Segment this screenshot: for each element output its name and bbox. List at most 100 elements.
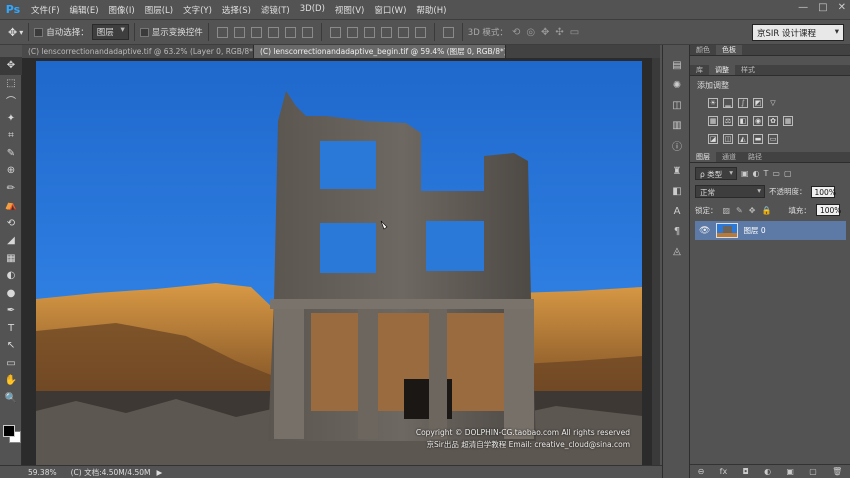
tool-preset-chevron-icon[interactable]: ▾ [19, 28, 23, 37]
color-balance-icon[interactable]: ⚖ [723, 116, 733, 126]
zoom-tool-icon[interactable]: 🔍 [0, 390, 22, 408]
tab-lenscorrection[interactable]: (C) lenscorrectionandadaptive.tif @ 63.2… [22, 45, 254, 58]
tab-paths[interactable]: 路径 [742, 152, 768, 162]
threshold-icon[interactable]: ◭ [738, 134, 748, 144]
new-layer-icon[interactable]: ▢ [809, 467, 817, 476]
color-lookup-icon[interactable]: ▦ [783, 116, 793, 126]
blur-tool-icon[interactable]: ◐ [0, 267, 22, 285]
blend-mode-dropdown[interactable]: 正常 [695, 185, 765, 198]
layer-filter-dropdown[interactable]: ρ 类型 [695, 167, 737, 180]
brush-panel-icon[interactable]: ▥ [663, 115, 691, 135]
posterize-icon[interactable]: ◫ [723, 134, 733, 144]
align-bottom-icon[interactable] [250, 26, 262, 38]
vertical-scrollbar[interactable] [652, 58, 660, 465]
zoom-level[interactable]: 59.38% [28, 468, 57, 477]
healing-tool-icon[interactable]: ⊕ [0, 162, 22, 180]
pen-tool-icon[interactable]: ✒ [0, 302, 22, 320]
status-menu-arrow-icon[interactable]: ▶ [156, 468, 162, 477]
brightness-icon[interactable]: ☀ [708, 98, 718, 108]
tab-layers[interactable]: 图层 [690, 152, 716, 162]
tab-lenscorrection-begin[interactable]: (C) lenscorrectionandadaptive_begin.tif … [254, 45, 506, 58]
history-icon[interactable]: ▤ [663, 55, 691, 75]
auto-select-checkbox[interactable] [34, 27, 44, 37]
trash-icon[interactable]: 🗑 [832, 467, 842, 476]
hue-icon[interactable]: ▦ [708, 116, 718, 126]
fill-input[interactable]: 100% [815, 204, 841, 216]
close-button[interactable]: ✕ [838, 2, 846, 13]
align-top-icon[interactable] [216, 26, 228, 38]
paragraph-icon[interactable]: ¶ [663, 221, 691, 241]
character-icon[interactable]: A [663, 201, 691, 221]
auto-select-target-dropdown[interactable]: 图层 [91, 24, 129, 40]
adjustment-icon[interactable]: ◐ [764, 467, 771, 476]
menu-item-7[interactable]: 3D(D) [295, 4, 330, 16]
stamp-tool-icon[interactable]: ⛺ [0, 197, 22, 215]
properties-icon[interactable]: ✺ [663, 75, 691, 95]
actions-icon[interactable]: ◫ [663, 95, 691, 115]
foreground-color-swatch[interactable] [3, 425, 15, 437]
black-white-icon[interactable]: ◧ [738, 116, 748, 126]
brush-tool-icon[interactable]: ✏ [0, 180, 22, 198]
type-tool-icon[interactable]: T [0, 320, 22, 338]
align-right-icon[interactable] [301, 26, 313, 38]
channel-mixer-icon[interactable]: ✿ [768, 116, 778, 126]
clone-source-icon[interactable]: ♜ [663, 161, 691, 181]
move-tool-icon[interactable]: ✥ [8, 26, 17, 39]
tab-color[interactable]: 颜色 [690, 45, 716, 55]
fx-icon[interactable]: fx [720, 467, 728, 476]
distribute-top-icon[interactable] [329, 26, 341, 38]
menu-item-5[interactable]: 选择(S) [217, 4, 256, 16]
link-icon[interactable]: ⊖ [698, 467, 705, 476]
auto-align-icon[interactable] [442, 26, 454, 38]
visibility-eye-icon[interactable]: 👁 [699, 226, 710, 236]
maximize-button[interactable]: □ [818, 2, 827, 13]
distribute-right-icon[interactable] [414, 26, 426, 38]
marquee-tool-icon[interactable]: ⬚ [0, 75, 22, 93]
mask-icon[interactable]: ◘ [743, 467, 749, 476]
align-vcenter-icon[interactable] [233, 26, 245, 38]
show-transform-checkbox[interactable] [139, 27, 149, 37]
minimize-button[interactable]: — [798, 2, 808, 13]
opacity-input[interactable]: 100% [810, 185, 836, 198]
document-image[interactable] [36, 61, 642, 465]
align-hcenter-icon[interactable] [284, 26, 296, 38]
menu-item-9[interactable]: 窗口(W) [369, 4, 411, 16]
levels-icon[interactable]: ▁ [723, 98, 733, 108]
eraser-tool-icon[interactable]: ◢ [0, 232, 22, 250]
tab-styles[interactable]: 样式 [735, 65, 761, 75]
lock-icons[interactable]: ▨✎✥🔒 [723, 206, 778, 215]
selective-color-icon[interactable]: ▭ [768, 134, 778, 144]
layer-name[interactable]: 图层 0 [743, 225, 765, 236]
eyedropper-tool-icon[interactable]: ✎ [0, 145, 22, 163]
quick-select-tool-icon[interactable]: ✦ [0, 110, 22, 128]
history-brush-tool-icon[interactable]: ⟲ [0, 215, 22, 233]
crop-tool-icon[interactable]: ⌗ [0, 127, 22, 145]
distribute-hcenter-icon[interactable] [397, 26, 409, 38]
menu-item-3[interactable]: 图层(L) [140, 4, 178, 16]
vibrance-icon[interactable]: ▽ [768, 98, 778, 108]
lasso-tool-icon[interactable]: ⌒ [0, 92, 22, 110]
distribute-vcenter-icon[interactable] [346, 26, 358, 38]
3d-mode-icons[interactable]: ⟲◎✥✣▭ [512, 27, 585, 38]
invert-icon[interactable]: ◪ [708, 134, 718, 144]
adjust-panel-icon[interactable]: ◧ [663, 181, 691, 201]
dodge-tool-icon[interactable]: ● [0, 285, 22, 303]
workspace-dropdown[interactable]: 京SIR 设计课程 [752, 24, 844, 41]
distribute-left-icon[interactable] [380, 26, 392, 38]
menu-item-6[interactable]: 滤镜(T) [256, 4, 295, 16]
menu-item-2[interactable]: 图像(I) [104, 4, 140, 16]
tab-swatches[interactable]: 色板 [716, 45, 742, 55]
3d-icon[interactable]: ◬ [663, 241, 691, 261]
align-left-icon[interactable] [267, 26, 279, 38]
shape-tool-icon[interactable]: ▭ [0, 355, 22, 373]
menu-item-10[interactable]: 帮助(H) [411, 4, 451, 16]
photo-filter-icon[interactable]: ◉ [753, 116, 763, 126]
canvas-area[interactable]: Copyright © DOLPHIN-CG.taobao.com All ri… [22, 58, 660, 465]
menu-item-1[interactable]: 编辑(E) [65, 4, 104, 16]
move-tool-icon[interactable]: ✥ [0, 57, 22, 75]
exposure-icon[interactable]: ◩ [753, 98, 763, 108]
path-select-tool-icon[interactable]: ↖ [0, 337, 22, 355]
info-icon[interactable]: ⓘ [663, 135, 691, 155]
hand-tool-icon[interactable]: ✋ [0, 372, 22, 390]
tab-libraries[interactable]: 库 [690, 65, 709, 75]
